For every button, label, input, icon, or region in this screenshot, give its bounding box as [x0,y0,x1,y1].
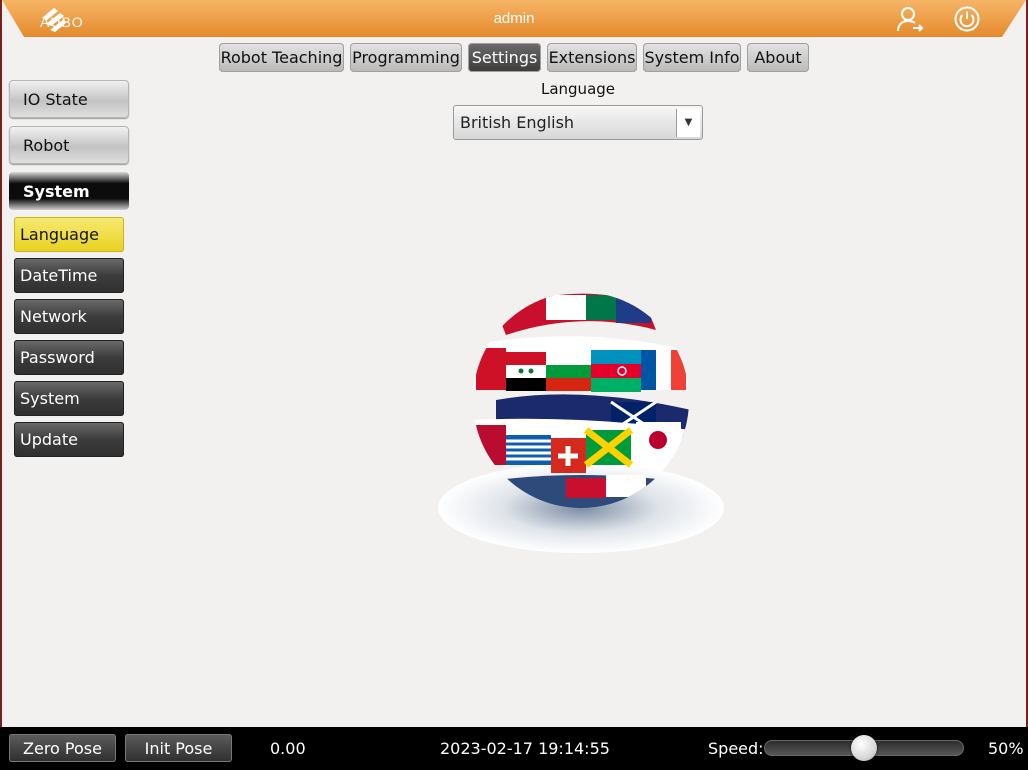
status-value: 0.00 [270,739,306,758]
subitem-system[interactable]: System [14,381,124,416]
speed-label: Speed: [708,739,764,758]
power-icon[interactable] [953,5,981,33]
window-border-left [0,0,2,770]
sidebar-item-io-state[interactable]: IO State [9,80,129,118]
tab-programming[interactable]: Programming [350,43,462,72]
tab-extensions[interactable]: Extensions [547,43,637,72]
header-bar: AUBO admin [2,0,1026,37]
subitem-update[interactable]: Update [14,422,124,457]
chevron-down-icon: ▼ [676,108,700,137]
tab-robot-teaching[interactable]: Robot Teaching [219,43,344,72]
sidebar-item-system[interactable]: System [9,172,129,210]
speed-slider[interactable] [764,735,964,761]
speed-slider-handle[interactable] [851,735,877,761]
subitem-datetime[interactable]: DateTime [14,258,124,293]
language-select[interactable]: British English ▼ [453,105,703,140]
init-pose-button[interactable]: Init Pose [125,734,232,762]
subitem-language[interactable]: Language [14,217,124,252]
main-tabs: Robot Teaching Programming Settings Exte… [219,43,809,72]
language-selected-value: British English [460,113,575,132]
subitem-network[interactable]: Network [14,299,124,334]
datetime-display: 2023-02-17 19:14:55 [440,739,610,758]
speed-value: 50% [988,739,1024,758]
tab-system-info[interactable]: System Info [643,43,741,72]
language-label: Language [540,80,616,98]
zero-pose-button[interactable]: Zero Pose [9,734,116,762]
sidebar-item-robot[interactable]: Robot [9,126,129,164]
flag-globe-image [438,293,724,553]
subitem-password[interactable]: Password [14,340,124,375]
current-user: admin [493,10,535,27]
tab-about[interactable]: About [747,43,809,72]
tab-settings[interactable]: Settings [468,43,541,72]
user-switch-icon[interactable] [896,5,924,33]
